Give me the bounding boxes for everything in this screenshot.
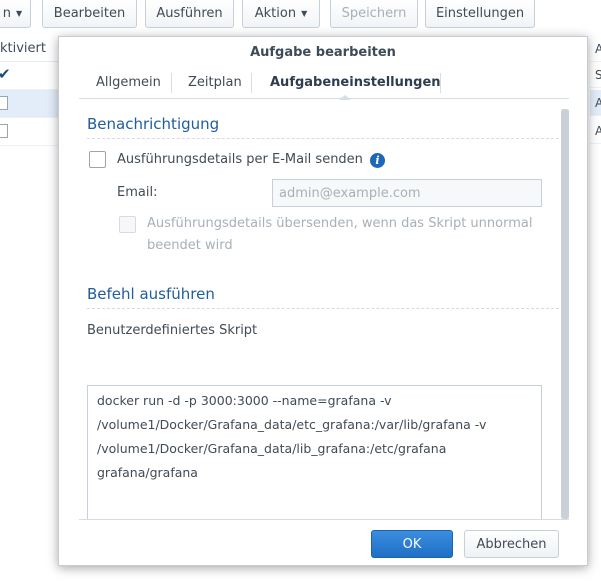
toolbar-settings-label: Einstellungen [435, 6, 525, 21]
ok-button[interactable]: OK [371, 530, 453, 558]
email-field[interactable] [272, 179, 542, 207]
chevron-down-icon: ▼ [16, 9, 23, 18]
column-header-enabled: ktiviert [0, 36, 60, 62]
send-email-checkbox[interactable] [89, 151, 106, 168]
right-cell-text: A [595, 96, 601, 110]
table-row[interactable]: A [590, 90, 601, 116]
chevron-down-icon: ▼ [301, 9, 308, 18]
checkmark-icon[interactable]: ✔ [0, 65, 11, 83]
tab-task-settings[interactable]: Aufgabeneinstellungen [270, 67, 441, 99]
dialog-title: Aufgabe bearbeiten [250, 45, 396, 60]
toolbar-action-button[interactable]: Aktion ▼ [242, 0, 320, 28]
dialog-content: Benachrichtigung Ausführungsdetails per … [79, 107, 569, 519]
script-label: Benutzerdefiniertes Skript [87, 323, 258, 338]
abnormal-only-label: Ausführungsdetails übersenden, wenn das … [147, 216, 533, 253]
abnormal-only-checkbox[interactable] [119, 216, 136, 233]
dialog-tabs: Allgemein Zeitplan Aufgabeneinstellungen [79, 67, 569, 99]
toolbar-save-label: Speichern [341, 6, 407, 21]
enabled-checkbox[interactable] [0, 96, 8, 110]
dialog-footer: OK Abbrechen [79, 519, 569, 567]
cancel-button[interactable]: Abbrechen [464, 530, 559, 558]
tab-schedule[interactable]: Zeitplan [188, 67, 242, 99]
active-tab-indicator [339, 95, 351, 100]
tab-divider [171, 73, 172, 93]
toolbar-save-button[interactable]: Speichern [330, 0, 418, 28]
toolbar-create-label: n [2, 6, 12, 21]
right-cell-text: A [595, 124, 601, 138]
command-section-title: Befehl ausführen [87, 285, 559, 309]
toolbar-create-button[interactable]: n ▼ [0, 0, 31, 28]
toolbar-run-button[interactable]: Ausführen [145, 0, 234, 28]
table-row[interactable] [0, 90, 60, 118]
table-row[interactable]: A [590, 36, 601, 62]
notification-section-title: Benachrichtigung [87, 115, 559, 139]
right-cell-text: S [595, 68, 601, 82]
toolbar-settings-button[interactable]: Einstellungen [425, 0, 535, 28]
tab-divider [251, 73, 252, 93]
toolbar-edit-button[interactable]: Bearbeiten [42, 0, 137, 28]
send-email-label: Ausführungsdetails per E-Mail senden [117, 152, 363, 167]
table-row[interactable]: A [590, 118, 601, 144]
edit-task-dialog: Aufgabe bearbeiten Allgemein Zeitplan Au… [58, 36, 588, 566]
table-row[interactable] [0, 118, 60, 146]
table-row[interactable]: ✔ [0, 62, 60, 90]
enabled-checkbox[interactable] [0, 124, 8, 138]
toolbar-edit-label: Bearbeiten [53, 6, 126, 21]
table-row[interactable]: S [590, 62, 601, 88]
toolbar-action-label: Aktion [254, 6, 297, 21]
toolbar-run-label: Ausführen [156, 6, 223, 21]
email-label: Email: [117, 185, 158, 200]
tab-divider [440, 73, 441, 93]
right-cell-text: A [595, 42, 601, 56]
script-textarea[interactable]: docker run -d -p 3000:3000 --name=grafan… [87, 385, 542, 519]
tab-general[interactable]: Allgemein [96, 67, 161, 99]
info-icon[interactable]: i [370, 153, 385, 168]
